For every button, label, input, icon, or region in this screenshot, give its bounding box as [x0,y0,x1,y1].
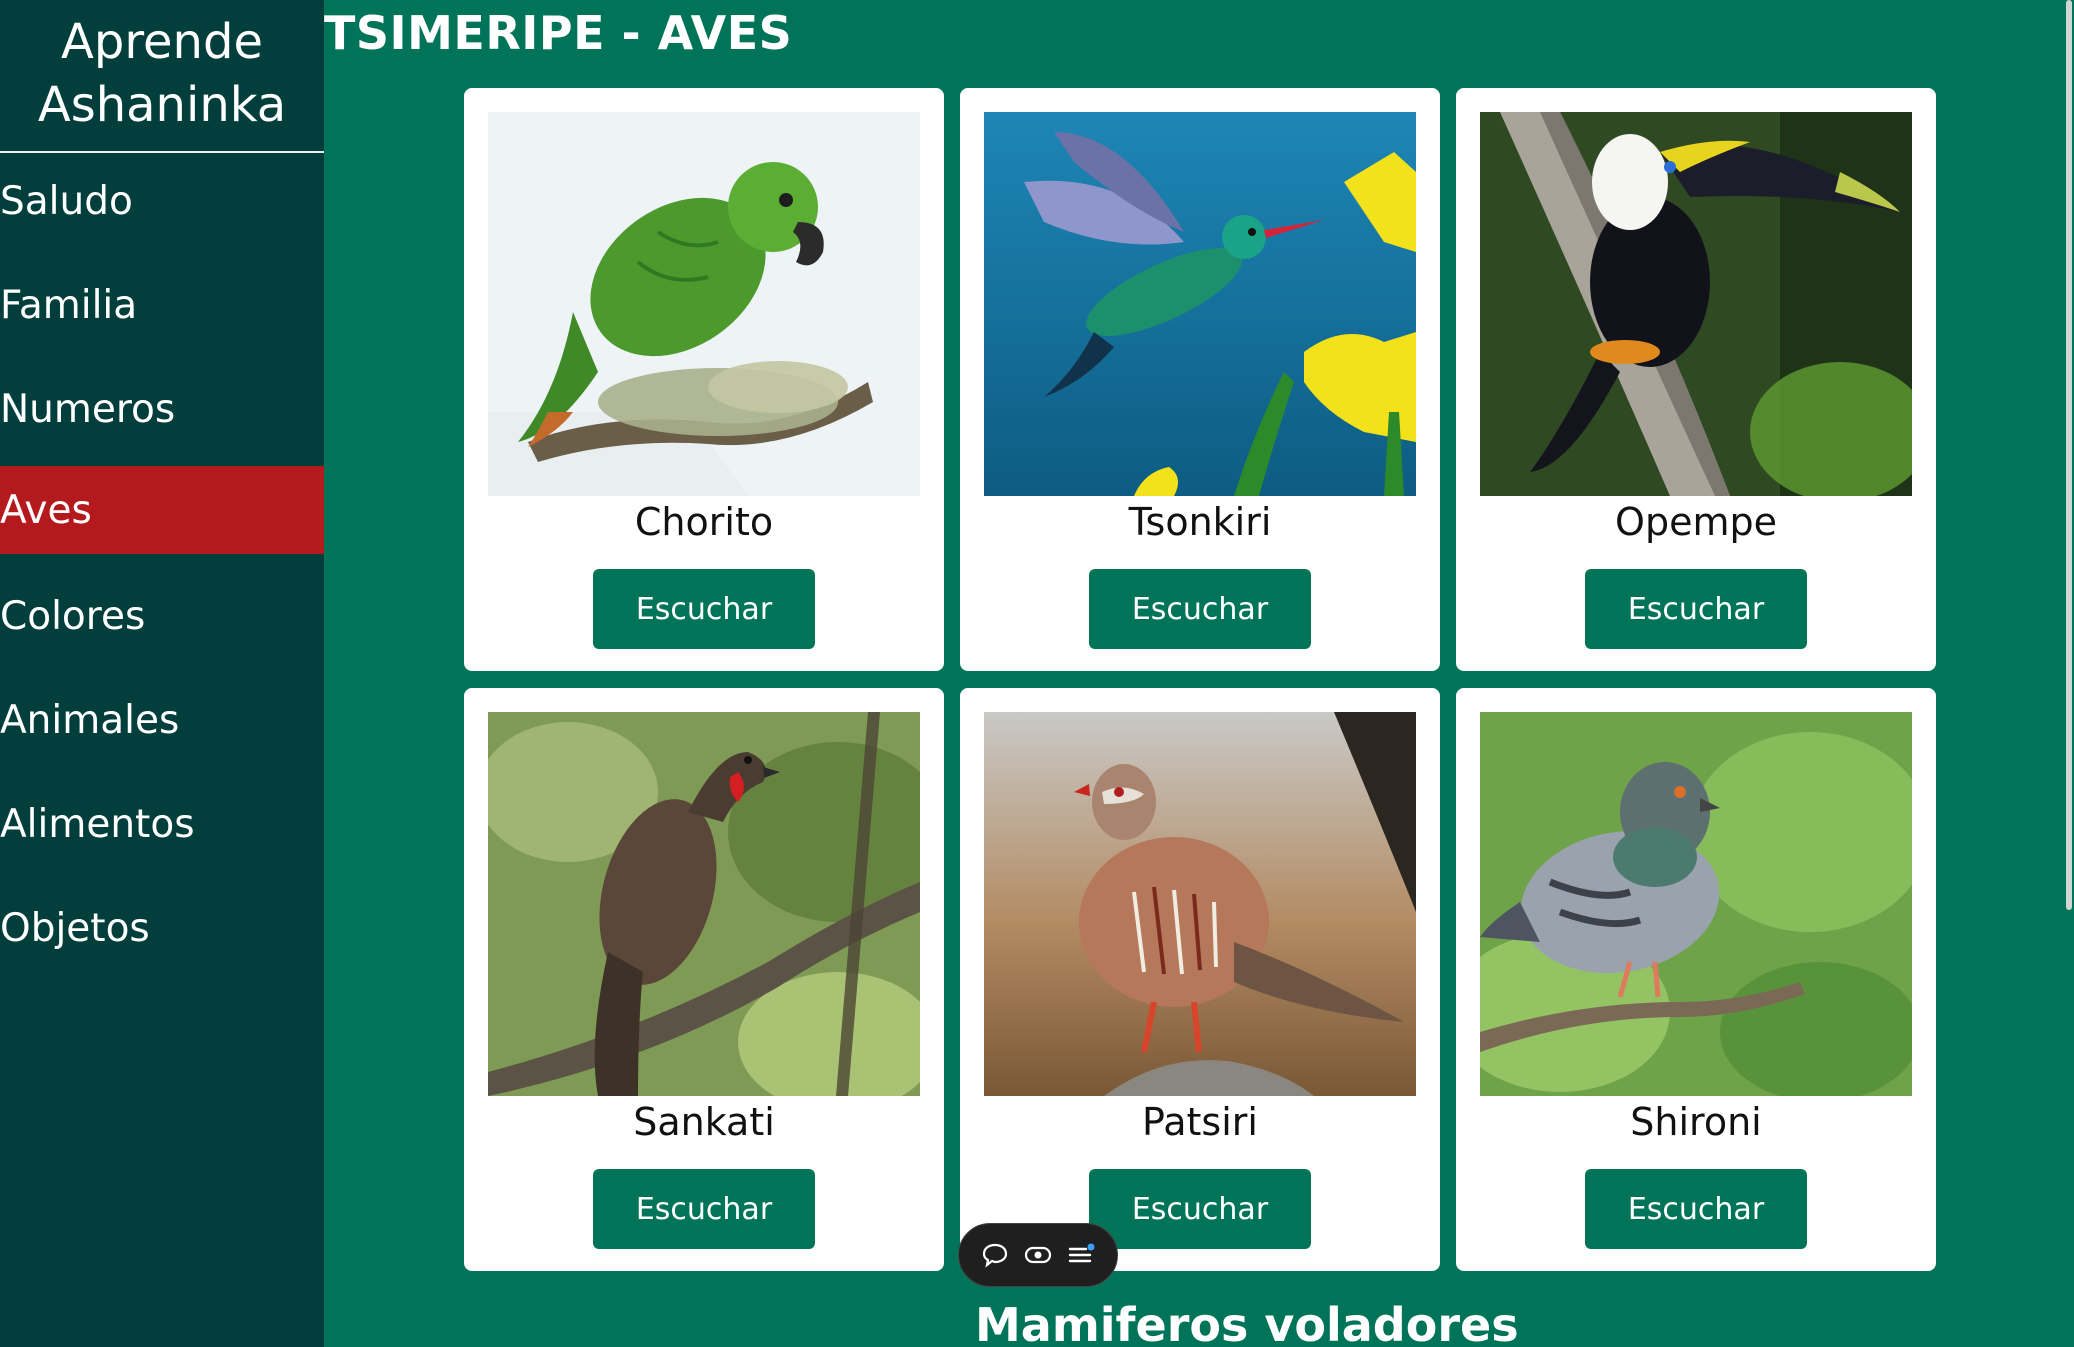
menu-list-icon[interactable] [1063,1237,1099,1273]
listen-button-chorito[interactable]: Escuchar [593,569,815,649]
sidebar-item-animales[interactable]: Animales [0,676,324,764]
guan-photo [488,712,920,1096]
listen-button-tsonkiri[interactable]: Escuchar [1089,569,1311,649]
bird-card: Opempe Escuchar [1456,88,1936,671]
bird-name: Patsiri [1142,1100,1258,1144]
bird-name: Tsonkiri [1128,500,1272,544]
hummingbird-photo [984,112,1416,496]
sidebar: Aprende Ashaninka Saludo Familia Numeros… [0,0,324,1347]
bird-name: Sankati [633,1100,775,1144]
bird-card: Patsiri Escuchar [960,688,1440,1271]
brand-line-1: Aprende [61,13,263,70]
toucan-photo [1480,112,1912,496]
app-root: Aprende Ashaninka Saludo Familia Numeros… [0,0,2074,1347]
bird-card: Sankati Escuchar [464,688,944,1271]
sidebar-item-saludo[interactable]: Saludo [0,157,324,245]
sidebar-item-alimentos[interactable]: Alimentos [0,780,324,868]
sidebar-item-label: Alimentos [0,801,195,847]
sidebar-item-label: Familia [0,282,138,328]
sidebar-item-label: Numeros [0,386,176,432]
bird-image-partridge [984,712,1416,1096]
parrot-photo [488,112,920,496]
bird-name: Chorito [634,500,774,544]
sidebar-item-colores[interactable]: Colores [0,572,324,660]
bird-name: Shironi [1630,1100,1762,1144]
listen-button-sankati[interactable]: Escuchar [593,1169,815,1249]
bird-card: Tsonkiri Escuchar [960,88,1440,671]
listen-button-patsiri[interactable]: Escuchar [1089,1169,1311,1249]
bird-name: Opempe [1615,500,1777,544]
page-title: TSIMERIPE - AVES [324,6,793,60]
sidebar-item-label: Aves [0,487,92,533]
bird-image-toucan [1480,112,1912,496]
bird-card: Chorito Escuchar [464,88,944,671]
bird-card: Shironi Escuchar [1456,688,1936,1271]
sidebar-item-label: Saludo [0,178,133,224]
sidebar-item-label: Colores [0,593,146,639]
sidebar-item-aves[interactable]: Aves [0,466,324,554]
bird-image-hummingbird [984,112,1416,496]
sidebar-item-label: Objetos [0,905,150,951]
listen-button-opempe[interactable]: Escuchar [1585,569,1807,649]
bird-image-pigeon [1480,712,1912,1096]
sidebar-item-objetos[interactable]: Objetos [0,884,324,972]
chat-bubble-icon[interactable] [977,1237,1013,1273]
brand[interactable]: Aprende Ashaninka [0,0,324,153]
sidebar-item-numeros[interactable]: Numeros [0,365,324,453]
floating-toolbar [958,1223,1118,1287]
section-heading-mamiferos: Mamiferos voladores [975,1298,1519,1347]
bird-image-guan [488,712,920,1096]
pigeon-photo [1480,712,1912,1096]
listen-button-shironi[interactable]: Escuchar [1585,1169,1807,1249]
scrollbar-thumb[interactable] [2066,0,2072,910]
bird-image-parrot [488,112,920,496]
page-scrollbar[interactable] [2064,0,2074,1347]
eye-icon[interactable] [1020,1237,1056,1273]
sidebar-item-familia[interactable]: Familia [0,261,324,349]
partridge-photo [984,712,1416,1096]
brand-line-2: Ashaninka [37,76,287,133]
sidebar-item-label: Animales [0,697,180,743]
